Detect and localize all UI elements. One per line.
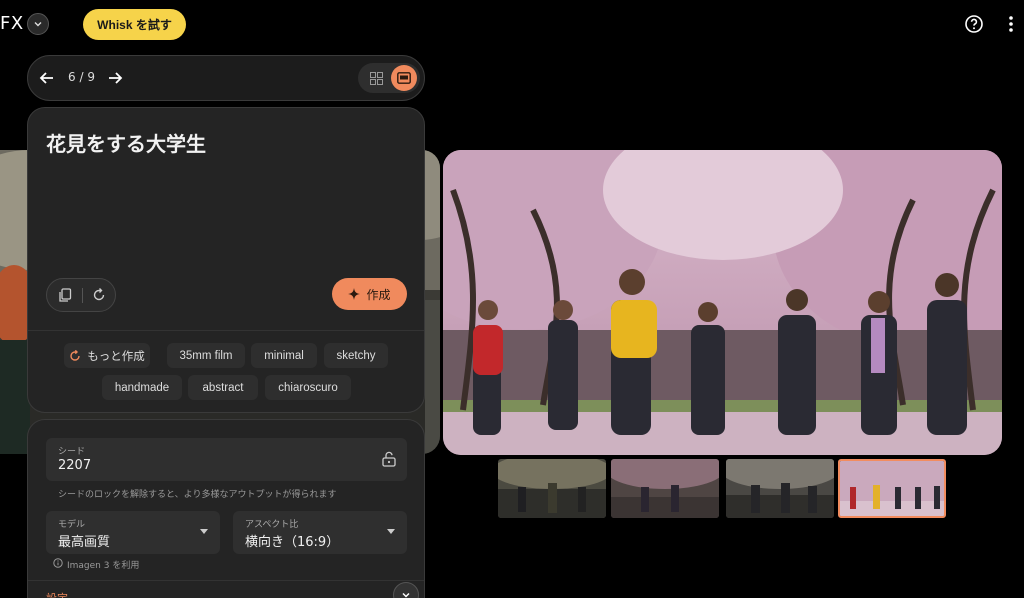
- create-button[interactable]: 作成: [332, 278, 407, 310]
- settings-section-label[interactable]: 設定: [46, 590, 68, 598]
- style-chip[interactable]: abstract: [188, 375, 258, 400]
- chevron-down-icon: [402, 592, 410, 598]
- model-value: 最高画質: [58, 535, 111, 550]
- try-whisk-button[interactable]: Whisk を試す: [83, 9, 186, 40]
- style-chip[interactable]: sketchy: [324, 343, 388, 368]
- sparkle-icon: [348, 288, 361, 300]
- copy-icon[interactable]: [57, 287, 73, 303]
- refresh-icon[interactable]: [91, 287, 107, 303]
- app-switcher-button[interactable]: [27, 13, 49, 35]
- settings-panel: シード 2207 シードのロックを解除すると、より多様なアウトプットが得られます…: [27, 419, 425, 598]
- image-navigator: 6 / 9: [27, 55, 425, 101]
- style-chip[interactable]: minimal: [251, 343, 317, 368]
- style-chip[interactable]: handmade: [102, 375, 182, 400]
- aspect-ratio-select[interactable]: アスペクト比 横向き（16:9）: [233, 511, 407, 554]
- settings-collapse-button[interactable]: [393, 582, 419, 598]
- grid-view-button[interactable]: [365, 67, 387, 89]
- refresh-icon: [70, 349, 80, 361]
- single-view-button[interactable]: [391, 65, 417, 91]
- tool-divider: [82, 288, 83, 303]
- single-view-icon: [397, 72, 411, 84]
- thumbnail-item[interactable]: [498, 459, 606, 518]
- chevron-down-icon: [200, 529, 208, 534]
- aspect-label: アスペクト比: [245, 520, 299, 530]
- more-vert-icon[interactable]: [1004, 14, 1018, 34]
- help-icon[interactable]: [964, 14, 984, 34]
- prompt-panel: 花見をする大学生 作成 もっと作成 35mm film minimal sket…: [27, 107, 425, 413]
- prompt-divider: [28, 330, 424, 331]
- image-counter: 6 / 9: [68, 70, 95, 84]
- prompt-tools: [46, 278, 116, 312]
- thumbnail-strip: [496, 457, 950, 519]
- seed-label: シード: [58, 447, 86, 457]
- thumbnail-item[interactable]: [611, 459, 719, 518]
- thumbnail-item[interactable]: [726, 459, 834, 518]
- lock-open-icon[interactable]: [382, 451, 396, 467]
- seed-hint: シードのロックを解除すると、より多様なアウトプットが得られます: [58, 490, 337, 500]
- more-create-chip[interactable]: もっと作成: [64, 343, 150, 368]
- chevron-down-icon: [387, 529, 395, 534]
- style-chip[interactable]: 35mm film: [167, 343, 245, 368]
- more-create-label: もっと作成: [87, 350, 145, 363]
- thumbnail-item-active[interactable]: [838, 459, 946, 518]
- imagen-hint: Imagen 3 を利用: [67, 561, 140, 571]
- view-mode-toggle: [358, 63, 420, 93]
- arrow-forward-icon[interactable]: [106, 69, 124, 87]
- arrow-back-icon[interactable]: [38, 69, 56, 87]
- aspect-value: 横向き（16:9）: [245, 535, 340, 550]
- grid-view-icon: [369, 71, 383, 85]
- create-button-label: 作成: [366, 287, 391, 302]
- seed-field[interactable]: シード 2207: [46, 438, 407, 481]
- prompt-text[interactable]: 花見をする大学生: [46, 128, 206, 157]
- main-image-art: [443, 150, 1002, 455]
- main-generated-image[interactable]: [443, 150, 1002, 455]
- app-logo: FX: [0, 13, 24, 34]
- settings-divider: [28, 580, 424, 581]
- chevron-down-icon: [34, 22, 42, 27]
- style-chip[interactable]: chiaroscuro: [265, 375, 351, 400]
- model-select[interactable]: モデル 最高画質: [46, 511, 220, 554]
- info-icon: [53, 558, 63, 568]
- seed-value: 2207: [58, 458, 92, 473]
- model-label: モデル: [58, 520, 86, 530]
